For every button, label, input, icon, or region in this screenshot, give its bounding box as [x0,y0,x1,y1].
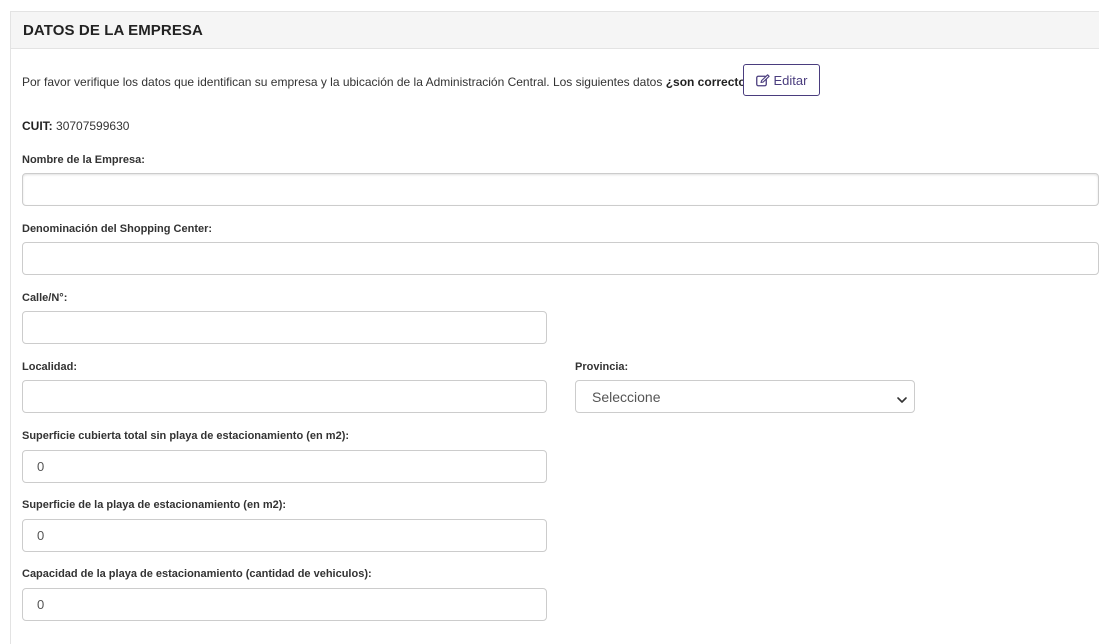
provincia-selected: Seleccione [592,388,661,405]
panel-title: DATOS DE LA EMPRESA [23,22,203,39]
localidad-label: Localidad: [22,361,78,373]
edit-button[interactable]: Editar [743,64,820,96]
nombre-empresa-input[interactable] [22,173,1099,206]
intro-text: Por favor verifique los datos que identi… [22,75,760,89]
provincia-label: Provincia: [575,361,629,373]
superficie-playa-label: Superficie de la playa de estacionamient… [22,499,287,511]
intro-message: Por favor verifique los datos que identi… [22,75,666,89]
chevron-down-icon [896,392,908,408]
superficie-cubierta-input[interactable] [22,450,547,483]
superficie-playa-input[interactable] [22,519,547,552]
edit-icon [755,73,770,87]
panel-heading: DATOS DE LA EMPRESA [11,12,1099,49]
provincia-select[interactable]: Seleccione [575,380,915,413]
calle-input[interactable] [22,311,547,344]
cuit-row: CUIT: 30707599630 [22,119,129,133]
edit-button-label: Editar [773,72,808,88]
denominacion-label: Denominación del Shopping Center: [22,223,213,235]
localidad-input[interactable] [22,380,547,413]
capacidad-playa-input[interactable] [22,588,547,621]
nombre-empresa-label: Nombre de la Empresa: [22,154,145,166]
capacidad-playa-label: Capacidad de la playa de estacionamiento… [22,568,372,580]
cuit-label: CUIT: [22,119,53,133]
cuit-value: 30707599630 [56,119,130,133]
superficie-cubierta-label: Superficie cubierta total sin playa de e… [22,430,350,442]
denominacion-input[interactable] [22,242,1099,275]
calle-label: Calle/N°: [22,292,68,304]
